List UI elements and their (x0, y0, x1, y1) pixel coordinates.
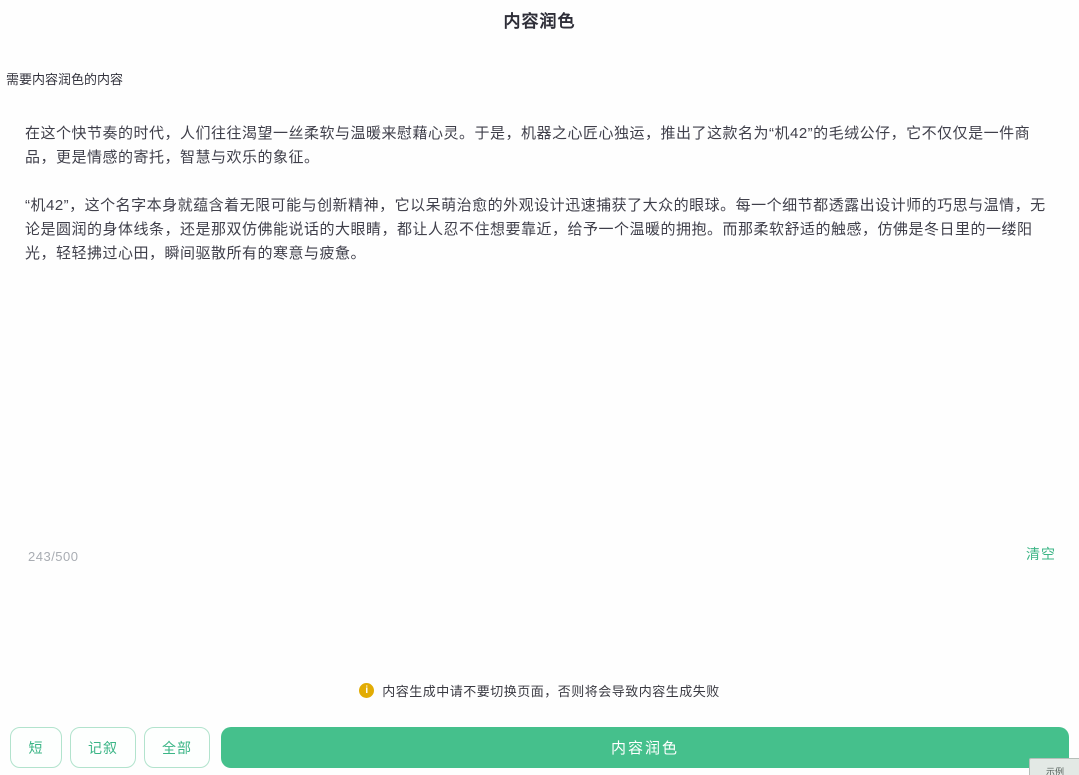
generation-notice: i 内容生成中请不要切换页面，否则将会导致内容生成失败 (0, 681, 1079, 700)
corner-overlay: 示例 (1029, 758, 1079, 775)
char-counter: 243/500 (28, 549, 79, 564)
tag-chip-all[interactable]: 全部 (144, 727, 210, 768)
page-title: 内容润色 (0, 7, 1079, 32)
tag-chip-short[interactable]: 短 (10, 727, 62, 768)
polish-submit-button[interactable]: 内容润色 (221, 727, 1069, 768)
notice-text: 内容生成中请不要切换页面，否则将会导致内容生成失败 (382, 681, 720, 700)
clear-button[interactable]: 清空 (1026, 544, 1056, 564)
content-polish-page: 内容润色 需要内容润色的内容 在这个快节奏的时代，人们往往渴望一丝柔软与温暖来慰… (0, 0, 1079, 775)
editor-label: 需要内容润色的内容 (6, 69, 123, 88)
content-input[interactable]: 在这个快节奏的时代，人们往往渴望一丝柔软与温暖来慰藉心灵。于是，机器之心匠心独运… (0, 100, 1079, 540)
action-bar: 短 记叙 全部 内容润色 (10, 727, 1069, 768)
info-icon: i (359, 683, 374, 698)
tag-chip-narrative[interactable]: 记叙 (70, 727, 136, 768)
